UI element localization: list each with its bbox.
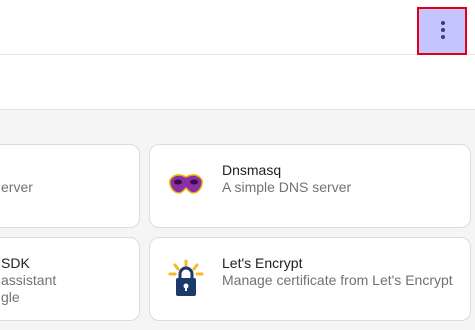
addon-card[interactable]: erver xyxy=(0,144,140,228)
addon-name: Dnsmasq xyxy=(222,162,282,178)
addon-store-grid: erver Dnsmasq A simple DNS server SDK as… xyxy=(0,110,475,330)
addon-name: Let's Encrypt xyxy=(222,255,303,271)
addon-description: erver xyxy=(1,179,33,195)
top-app-bar xyxy=(0,0,475,55)
addon-description: Manage certificate from Let's Encrypt xyxy=(222,272,453,288)
lock-sun-icon xyxy=(168,259,204,304)
addon-card-dnsmasq[interactable]: Dnsmasq A simple DNS server xyxy=(149,144,471,228)
more-options-button[interactable] xyxy=(417,7,467,55)
addon-card[interactable]: SDK assistant gle xyxy=(0,237,140,321)
addon-description: A simple DNS server xyxy=(222,179,352,195)
addon-name: SDK xyxy=(1,255,30,271)
mask-icon xyxy=(168,172,204,201)
addon-description-line-2: gle xyxy=(1,289,20,305)
addon-card-lets-encrypt[interactable]: Let's Encrypt Manage certificate from Le… xyxy=(149,237,471,321)
addon-description: assistant xyxy=(1,272,57,288)
sub-header-bar xyxy=(0,55,475,110)
